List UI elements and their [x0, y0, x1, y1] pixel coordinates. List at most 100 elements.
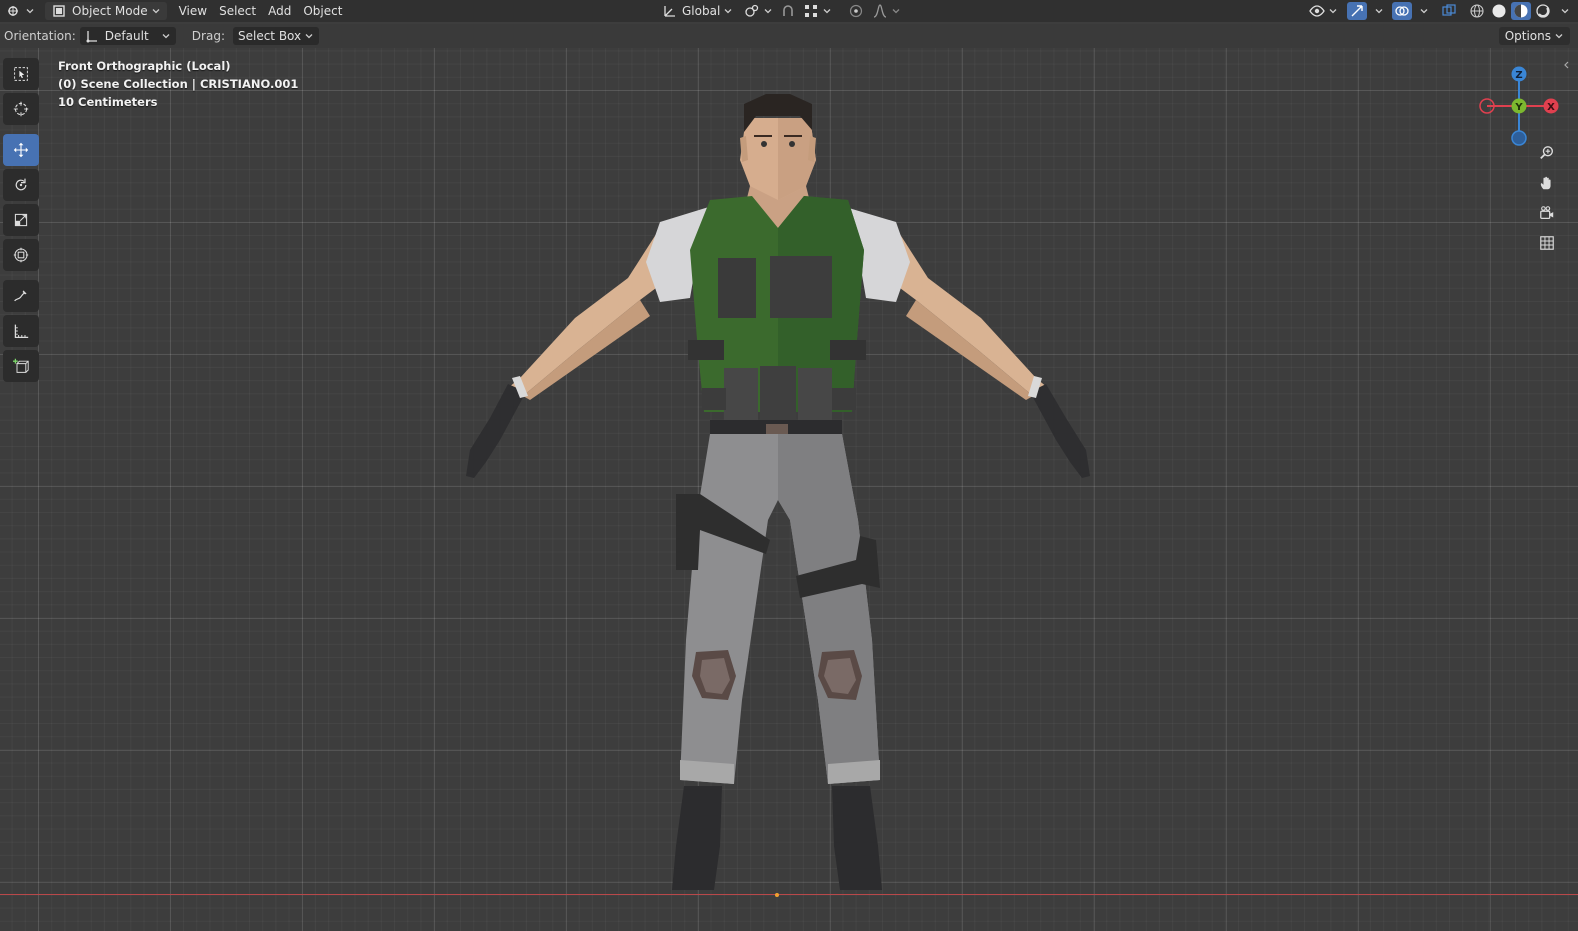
proportional-editing-toggle[interactable] [845, 2, 867, 20]
falloff-selector[interactable] [869, 2, 904, 20]
chevron-down-icon [304, 31, 314, 41]
chevron-down-icon [1374, 6, 1384, 16]
transform-icon [13, 247, 29, 263]
chevron-down-icon [25, 6, 35, 16]
snap-icon [780, 3, 796, 19]
falloff-icon [872, 3, 888, 19]
hand-icon [1539, 175, 1555, 191]
drag-setting-label: Drag: [191, 29, 225, 43]
overlay-icon [1394, 3, 1410, 19]
editor-type-button[interactable] [2, 2, 39, 20]
snap-target-icon [803, 3, 819, 19]
zoom-icon [1539, 145, 1555, 161]
cursor-tool[interactable] [3, 93, 39, 125]
chevron-down-icon [723, 6, 733, 16]
rotate-icon [13, 177, 29, 193]
material-shading-button[interactable] [1511, 2, 1531, 20]
overlay-options[interactable] [1414, 2, 1431, 20]
zoom-button[interactable] [1534, 140, 1560, 166]
3d-viewport-icon [6, 3, 22, 19]
scale-tool[interactable] [3, 204, 39, 236]
menu-view[interactable]: View [173, 2, 213, 20]
rendered-shading-button[interactable] [1533, 2, 1553, 20]
measure-tool[interactable] [3, 315, 39, 347]
snap-target-selector[interactable] [800, 2, 835, 20]
proportional-editing-icon [848, 3, 864, 19]
drag-dropdown[interactable]: Select Box [232, 27, 320, 45]
xray-toggle[interactable] [1439, 2, 1459, 20]
visibility-selector[interactable] [1306, 2, 1341, 20]
rendered-shading-icon [1535, 3, 1551, 19]
viewport-header: Object Mode View Select Add Object Globa… [0, 0, 1578, 22]
chevron-down-icon [1328, 6, 1338, 16]
gizmo-y-label: Y [1514, 102, 1523, 113]
navigation-gizmo[interactable]: Z X Y [1474, 56, 1574, 146]
gizmo-options[interactable] [1369, 2, 1386, 20]
move-tool[interactable] [3, 134, 39, 166]
pivot-point-selector[interactable] [741, 2, 776, 20]
annotate-icon [13, 288, 29, 304]
snap-toggle[interactable] [778, 2, 798, 20]
view-name: Front Orthographic (Local) [58, 59, 231, 73]
chevron-down-icon [1419, 6, 1429, 16]
collection-info: (0) Scene Collection | CRISTIANO.001 [58, 77, 299, 91]
orientation-setting-label: Orientation: [4, 29, 76, 43]
add-cube-icon [13, 358, 29, 374]
options-button[interactable]: Options [1498, 27, 1570, 45]
chevron-down-icon [1560, 6, 1570, 16]
select-box-tool[interactable] [3, 58, 39, 90]
chevron-down-icon [1554, 31, 1564, 41]
menu-object[interactable]: Object [297, 2, 348, 20]
xray-icon [1441, 3, 1457, 19]
transform-orientation-selector[interactable]: Global [656, 2, 739, 20]
visibility-icon [1309, 3, 1325, 19]
solid-shading-icon [1491, 3, 1507, 19]
orientation-label: Global [682, 4, 721, 18]
scale-icon [13, 212, 29, 228]
pan-button[interactable] [1534, 170, 1560, 196]
gizmo-toggle[interactable] [1347, 2, 1367, 20]
gizmo-x-label: X [1547, 102, 1555, 113]
chevron-down-icon [161, 31, 171, 41]
annotate-tool[interactable] [3, 280, 39, 312]
measure-icon [13, 323, 29, 339]
orientation-axes-icon [85, 28, 99, 44]
mode-selector[interactable]: Object Mode [45, 2, 167, 20]
solid-shading-button[interactable] [1489, 2, 1509, 20]
chevron-down-icon [763, 6, 773, 16]
tool-settings-bar: Orientation: Default Drag: Select Box [0, 24, 1578, 48]
orientation-icon [662, 3, 678, 19]
orientation-dropdown[interactable]: Default [79, 27, 176, 45]
camera-icon [1539, 205, 1555, 221]
pivot-icon [744, 3, 760, 19]
rotate-tool[interactable] [3, 169, 39, 201]
chevron-down-icon [822, 6, 832, 16]
material-shading-icon [1513, 3, 1529, 19]
mode-label: Object Mode [72, 4, 148, 18]
chevron-down-icon [891, 6, 901, 16]
grid-icon [1539, 235, 1555, 251]
overlay-toggle[interactable] [1392, 2, 1412, 20]
wireframe-shading-button[interactable] [1467, 2, 1487, 20]
tool-shelf [3, 58, 41, 385]
add-cube-tool[interactable] [3, 350, 39, 382]
viewport-info: Front Orthographic (Local) (0) Scene Col… [58, 57, 298, 111]
camera-view-button[interactable] [1534, 200, 1560, 226]
cursor-icon [13, 101, 29, 117]
gizmo-z-label: Z [1515, 70, 1522, 81]
shading-options[interactable] [1555, 2, 1572, 20]
wireframe-shading-icon [1469, 3, 1485, 19]
object-mode-icon [51, 3, 67, 19]
chevron-down-icon [151, 6, 161, 16]
select-box-icon [13, 66, 29, 82]
perspective-toggle-button[interactable] [1534, 230, 1560, 256]
menu-add[interactable]: Add [262, 2, 297, 20]
character-model[interactable] [440, 78, 1140, 898]
3d-viewport[interactable]: Front Orthographic (Local) (0) Scene Col… [0, 48, 1578, 931]
transform-tool[interactable] [3, 239, 39, 271]
options-label: Options [1504, 29, 1551, 43]
grid-scale: 10 Centimeters [58, 95, 158, 109]
gizmo-icon [1349, 3, 1365, 19]
gizmo-neg-z[interactable] [1511, 130, 1527, 146]
menu-select[interactable]: Select [213, 2, 262, 20]
